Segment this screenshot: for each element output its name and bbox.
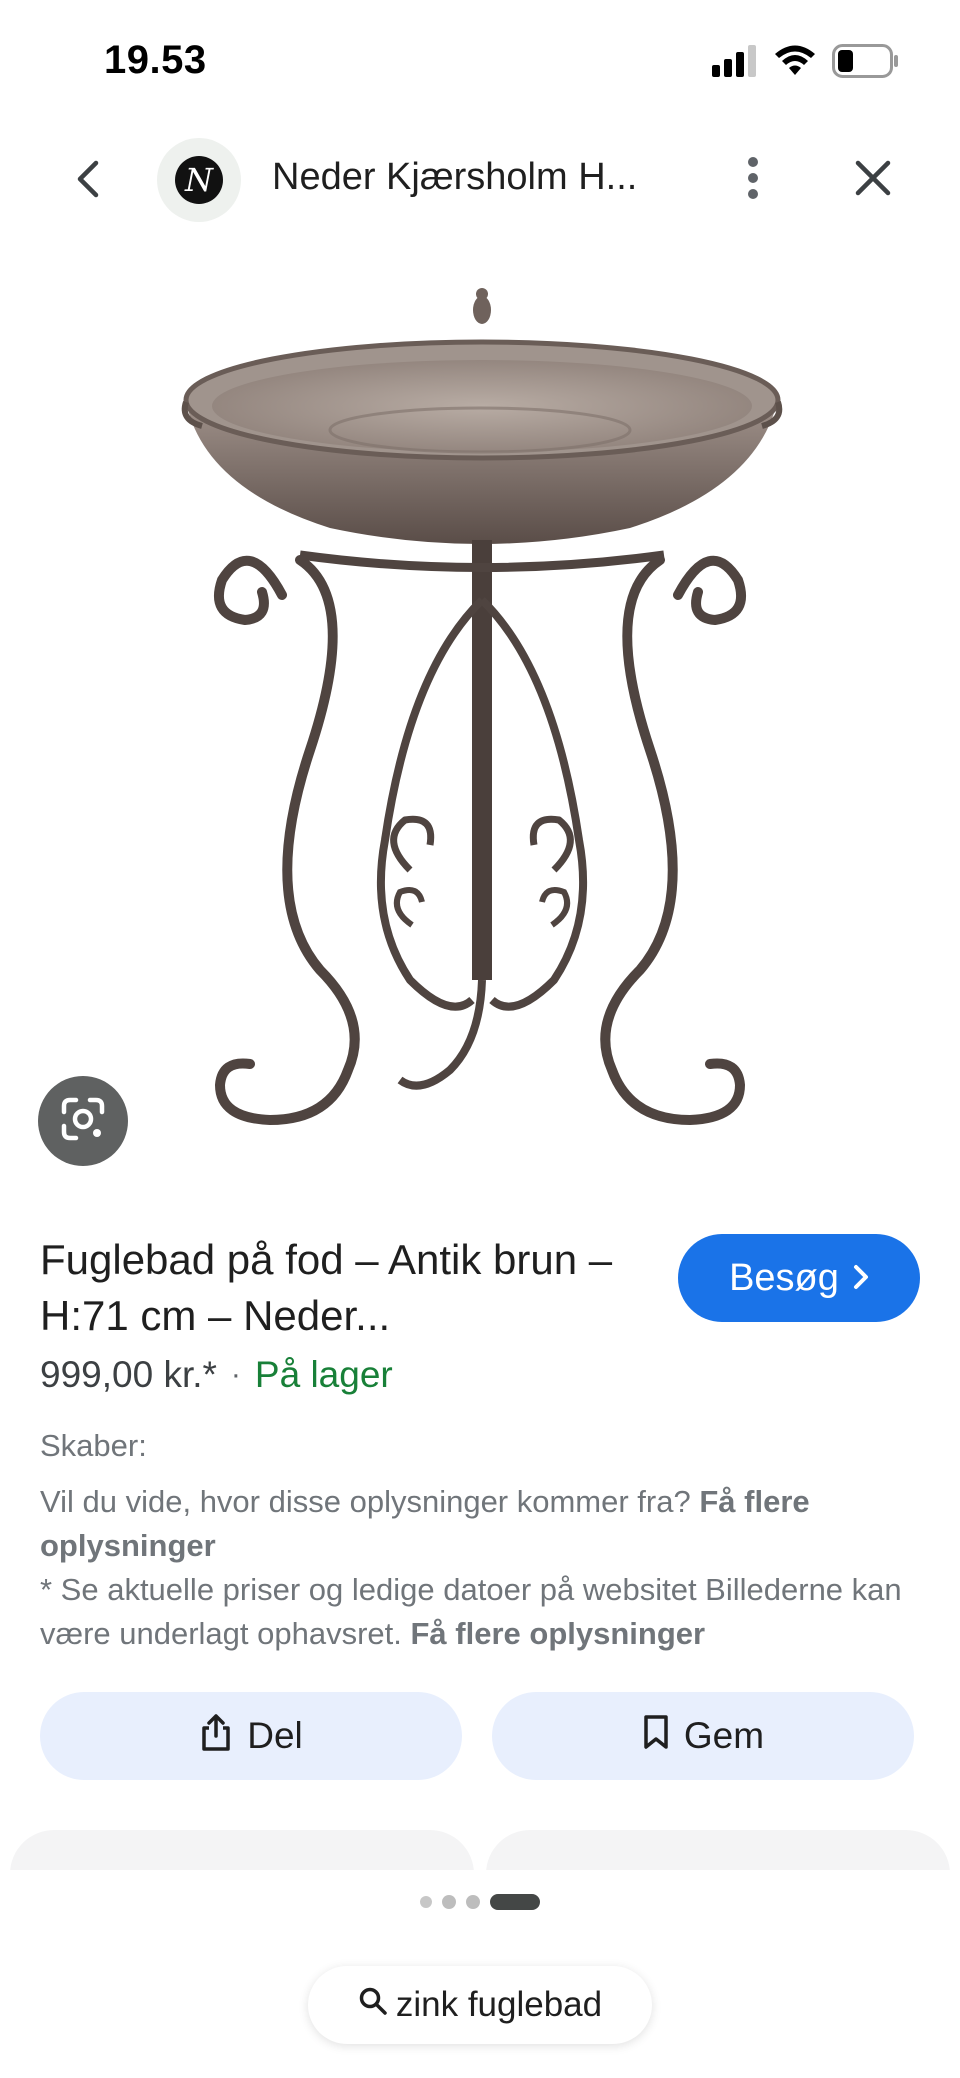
- search-chip[interactable]: zink fuglebad: [308, 1966, 652, 2044]
- close-button[interactable]: [845, 152, 901, 208]
- page-dot: [442, 1895, 456, 1909]
- share-icon: [199, 1712, 233, 1761]
- more-options-button[interactable]: [728, 150, 778, 210]
- page-dot-active: [490, 1894, 540, 1910]
- header: N Neder Kjærsholm H...: [0, 130, 960, 230]
- price-line: 999,00 kr.* · På lager: [40, 1354, 393, 1396]
- back-button[interactable]: [62, 156, 112, 206]
- share-button[interactable]: Del: [40, 1692, 462, 1780]
- product-image[interactable]: [150, 280, 810, 1160]
- search-icon: [358, 1985, 388, 2025]
- visit-button-label: Besøg: [729, 1256, 839, 1299]
- info-text: Vil du vide, hvor disse oplysninger komm…: [40, 1480, 920, 1656]
- info-question: Vil du vide, hvor disse oplysninger komm…: [40, 1484, 691, 1519]
- google-lens-icon: [58, 1094, 108, 1149]
- share-label: Del: [247, 1715, 303, 1756]
- bookmark-icon: [642, 1714, 670, 1759]
- cellular-signal-icon: [712, 45, 758, 82]
- chevron-left-icon: [74, 159, 100, 204]
- status-time: 19.53: [104, 38, 207, 82]
- page-indicator: [0, 1894, 960, 1910]
- chevron-right-icon: [853, 1257, 869, 1300]
- visit-button[interactable]: Besøg: [678, 1234, 920, 1322]
- google-lens-button[interactable]: [38, 1076, 128, 1166]
- product-title[interactable]: Fuglebad på fod – Antik brun – H:71 cm –…: [40, 1232, 660, 1344]
- more-vert-icon: [747, 156, 759, 205]
- page-dot: [420, 1896, 432, 1908]
- page-dot: [466, 1895, 480, 1909]
- price: 999,00 kr.*: [40, 1354, 217, 1395]
- battery-icon: [832, 44, 900, 83]
- save-button[interactable]: Gem: [492, 1692, 914, 1780]
- save-label: Gem: [683, 1715, 765, 1756]
- status-bar: 19.53: [0, 0, 960, 120]
- price-separator: ·: [230, 1358, 241, 1391]
- search-query: zink fuglebad: [395, 1985, 603, 2024]
- wifi-icon: [774, 45, 816, 82]
- disclaimer-more-link[interactable]: Få flere oplysninger: [411, 1616, 706, 1651]
- status-icons: [712, 44, 900, 83]
- stock-status: På lager: [254, 1354, 393, 1395]
- close-icon: [855, 160, 891, 201]
- site-title[interactable]: Neder Kjærsholm H...: [272, 156, 672, 199]
- site-logo-mark: N: [175, 156, 223, 204]
- site-logo[interactable]: N: [157, 138, 241, 222]
- creator-label: Skaber:: [40, 1428, 147, 1463]
